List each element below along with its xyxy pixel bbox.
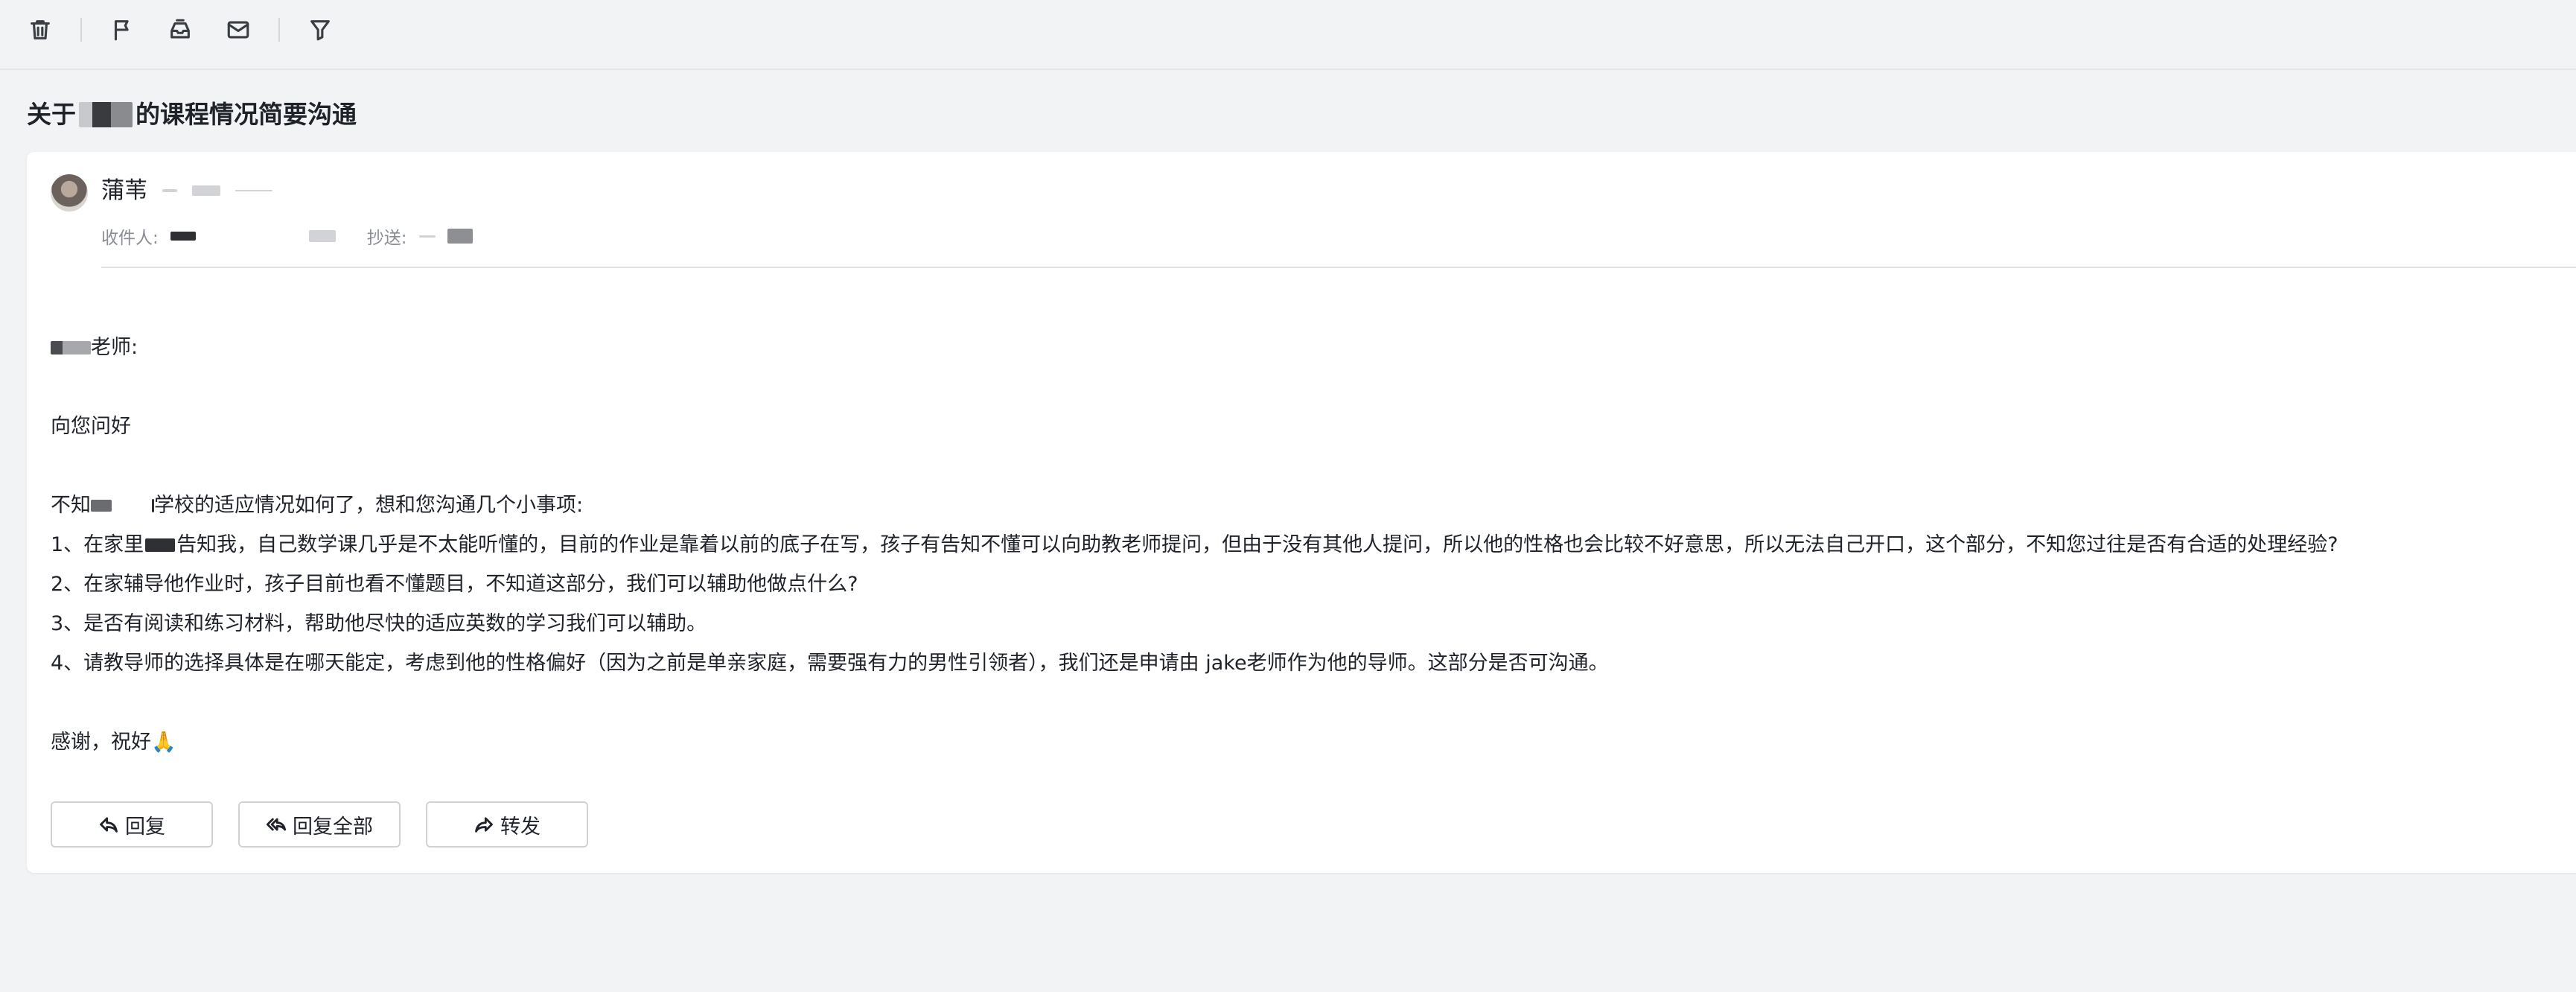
forward-icon — [475, 817, 493, 833]
toolbar — [0, 0, 2576, 70]
redacted-address — [192, 185, 220, 196]
trash-icon[interactable] — [25, 15, 55, 45]
redacted-recipient[interactable] — [170, 232, 196, 241]
reply-button[interactable]: 回复 — [51, 801, 213, 848]
hello-line: 向您问好 — [51, 415, 131, 438]
redacted-recipient[interactable] — [308, 230, 336, 242]
item-4: 4、请教导师的选择具体是在哪天能定，考虑到他的性格偏好（因为之前是单亲家庭，需要… — [51, 652, 1609, 675]
reply-all-icon — [266, 818, 287, 831]
email-card: 蒲苇 收件人: 抄送: 老师: 向您问好 不知 学校的适应情况如何了，想和您沟通… — [27, 152, 2576, 873]
greeting-line: 老师: — [51, 328, 2339, 367]
sender-name[interactable]: 蒲苇 — [101, 174, 147, 207]
mail-icon[interactable] — [223, 15, 253, 45]
intro-line: 不知 学校的适应情况如何了，想和您沟通几个小事项: — [51, 494, 584, 517]
reply-all-button[interactable]: 回复全部 — [238, 801, 401, 848]
item-1: 1、在家里 告知我，自己数学课几乎是不太能听懂的，目前的作业是靠着以前的底子在写… — [51, 533, 2339, 556]
filter-icon[interactable] — [305, 15, 335, 45]
to-label: 收件人: — [101, 229, 159, 248]
sender: 蒲苇 — [101, 174, 272, 207]
reply-icon — [100, 817, 118, 833]
redacted-address — [162, 189, 177, 192]
item-3: 3、是否有阅读和练习材料，帮助他尽快的适应英数的学习我们可以辅助。 — [51, 612, 707, 635]
item-2: 2、在家辅导他作业时，孩子目前也看不懂题目，不知道这部分，我们可以辅助他做点什么… — [51, 573, 858, 596]
cc-label: 抄送: — [366, 229, 407, 248]
avatar[interactable] — [51, 174, 88, 212]
recipients: 收件人: 抄送: — [101, 223, 473, 249]
page-title: 关于 的课程情况简要沟通 — [27, 95, 357, 134]
email-body: 老师: 向您问好 不知 学校的适应情况如何了，想和您沟通几个小事项: 1、在家里… — [51, 328, 2339, 762]
redacted-name — [79, 102, 133, 127]
redacted-cc[interactable] — [447, 229, 473, 244]
flag-icon[interactable] — [107, 15, 137, 45]
forward-button[interactable]: 转发 — [426, 801, 588, 848]
archive-icon[interactable] — [165, 15, 195, 45]
header-divider — [101, 267, 2576, 268]
redacted-address — [235, 190, 272, 191]
redacted-name — [145, 538, 176, 552]
closing-line: 感谢，祝好🙏 — [51, 731, 176, 754]
subject-suffix: 的课程情况简要沟通 — [136, 100, 357, 129]
toolbar-divider — [80, 18, 82, 42]
subject-prefix: 关于 — [27, 100, 76, 129]
redacted-cc[interactable] — [418, 235, 436, 238]
redacted-name — [51, 340, 91, 354]
toolbar-divider — [278, 18, 280, 42]
redacted-name — [91, 499, 112, 512]
